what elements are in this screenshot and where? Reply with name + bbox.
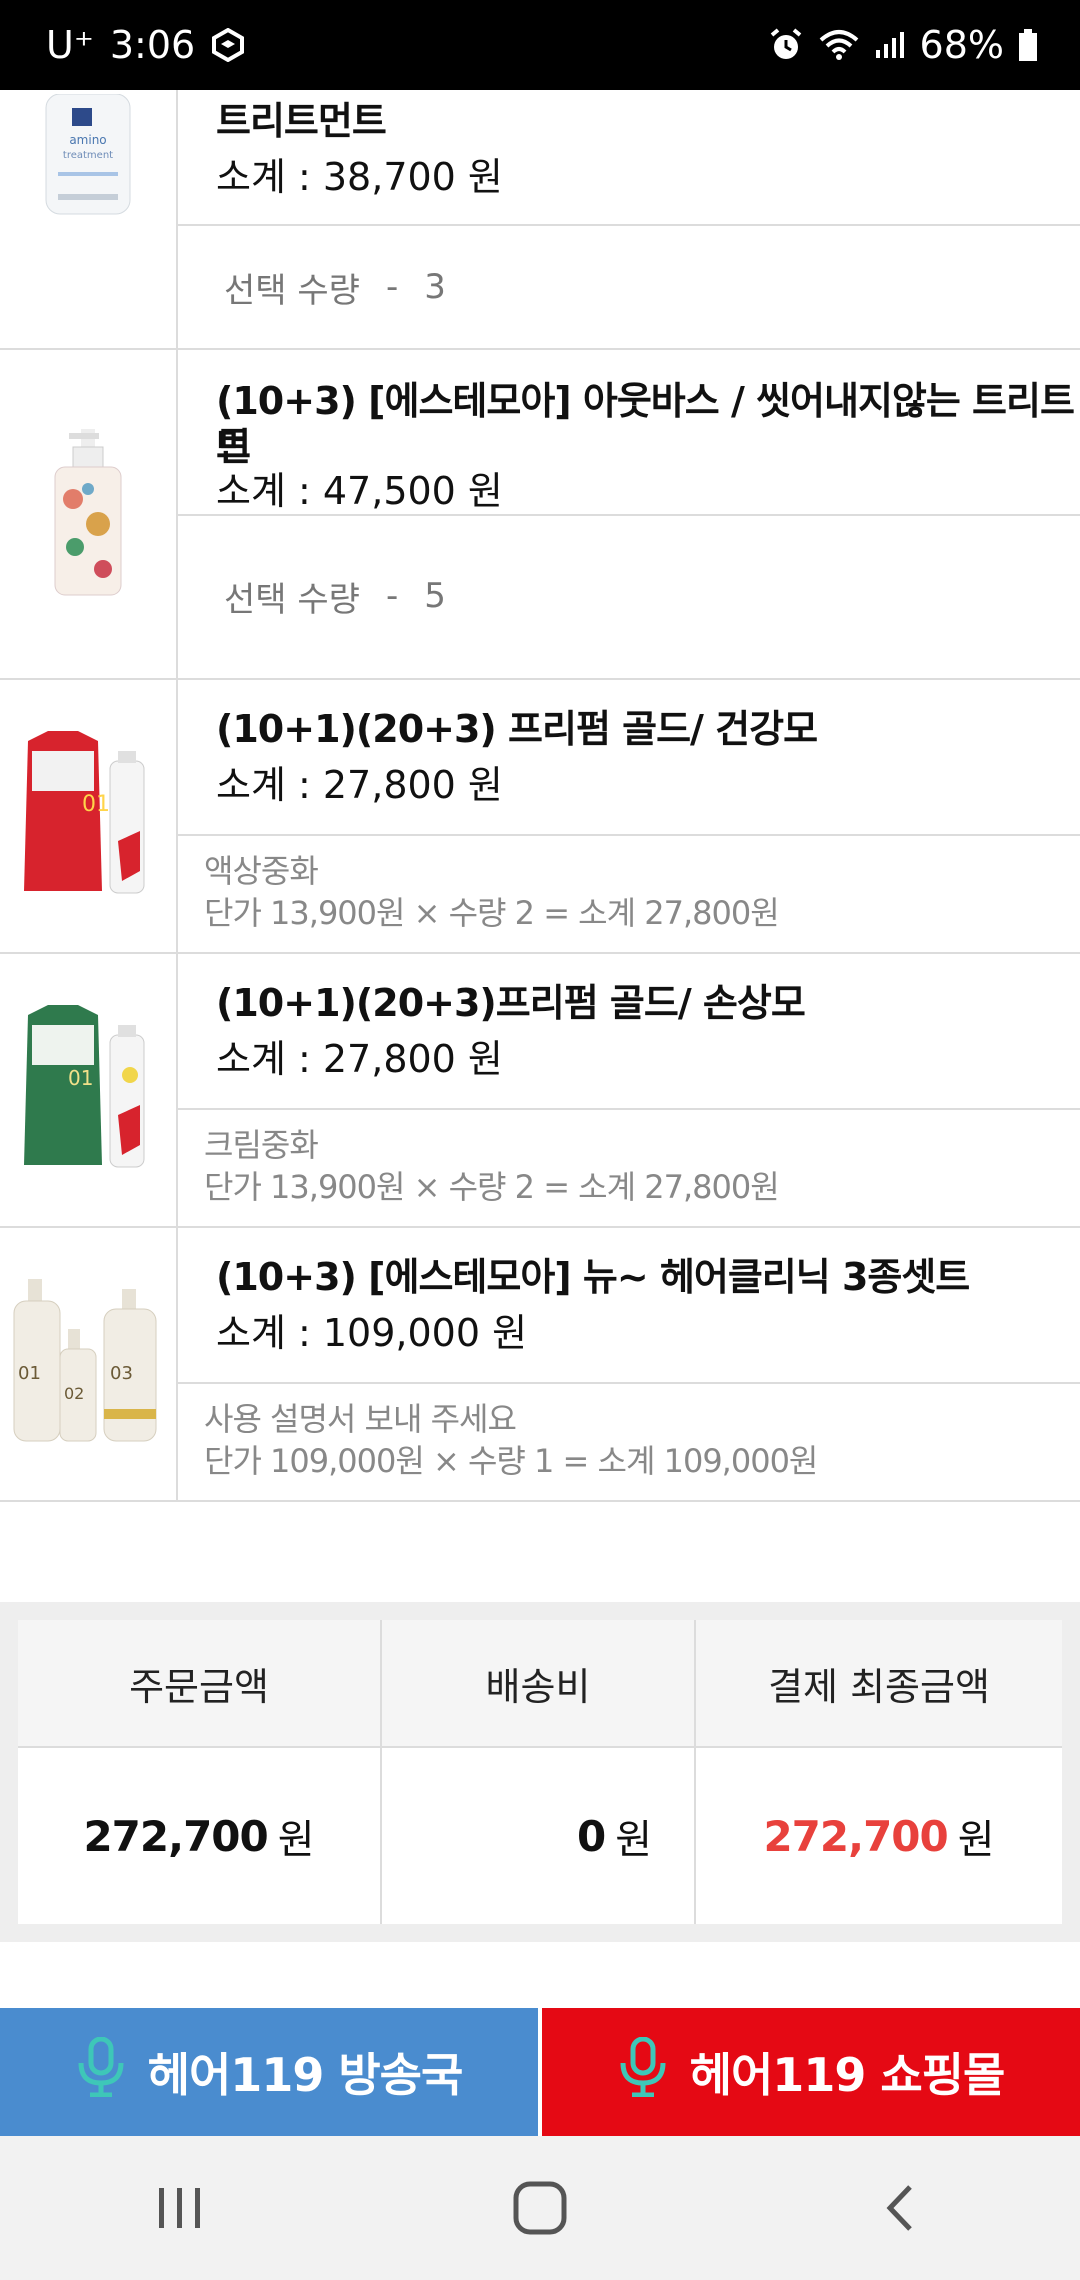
- recent-apps-button[interactable]: [120, 2158, 240, 2258]
- qty-label: 선택 수량: [224, 579, 360, 620]
- currency-unit: 원: [957, 1817, 995, 1863]
- product-subtotal: 소계 : 38,700 원: [216, 155, 503, 199]
- cart-item[interactable]: (10+3) [에스테모아] 아웃바스 / 씻어내지않는 트리트먼 트 소계 :…: [0, 350, 1080, 680]
- white-bottle-icon: amino treatment: [45, 94, 131, 215]
- status-left: U⁺ 3:06: [46, 23, 245, 67]
- home-button[interactable]: [480, 2158, 600, 2258]
- option-row: 사용 설명서 보내 주세요 단가 109,000원 × 수량 1 = 소계 10…: [178, 1384, 1080, 1500]
- cart-item[interactable]: amino treatment 트리트먼트 소계 : 38,700 원 선택 수…: [0, 90, 1080, 350]
- carrier-label: U⁺: [46, 23, 94, 67]
- product-info: (10+3) [에스테모아] 뉴~ 헤어클리닉 3종셋트 소계 : 109,00…: [178, 1228, 1080, 1384]
- qty-value: 3: [424, 267, 446, 307]
- bottom-action-bar: 헤어119 방송국 헤어119 쇼핑몰: [0, 2008, 1080, 2136]
- option-row: 액상중화 단가 13,900원 × 수량 2 = 소계 27,800원: [178, 836, 1080, 952]
- floral-pump-bottle-icon: [54, 429, 122, 596]
- product-name[interactable]: (10+3) [에스테모아] 뉴~ 헤어클리닉 3종셋트: [216, 1254, 970, 1300]
- product-name[interactable]: (10+1)(20+3) 프리펌 골드/ 건강모: [216, 706, 818, 752]
- summary-table: 주문금액 배송비 결제 최종금액 272,700 원 0 원 272,700 원: [18, 1620, 1062, 1924]
- order-summary: 주문금액 배송비 결제 최종금액 272,700 원 0 원 272,700 원: [0, 1602, 1080, 1942]
- option-row: 크림중화 단가 13,900원 × 수량 2 = 소계 27,800원: [178, 1110, 1080, 1226]
- svg-text:treatment: treatment: [63, 150, 113, 161]
- app-notification-icon: [211, 28, 245, 62]
- product-thumbnail[interactable]: 01 02 03: [0, 1228, 178, 1500]
- green-pouch-icon: 01: [24, 1005, 145, 1168]
- quantity-row: 선택 수량 - 3: [178, 226, 1080, 348]
- option-detail: 단가 13,900원 × 수량 2 = 소계 27,800원: [204, 894, 780, 932]
- cart-item[interactable]: 01 02 03 (10+3) [에스테모아] 뉴~ 헤어클리닉 3종셋트 소계…: [0, 1228, 1080, 1502]
- product-name[interactable]: (10+1)(20+3)프리펌 골드/ 손상모: [216, 980, 806, 1026]
- order-amount-cell: 272,700 원: [18, 1748, 382, 1924]
- quantity-row: 선택 수량 - 5: [178, 514, 1080, 678]
- option-name: 사용 설명서 보내 주세요: [204, 1400, 517, 1438]
- product-name-line2[interactable]: 트: [216, 422, 251, 468]
- product-thumbnail[interactable]: amino treatment: [0, 90, 178, 348]
- shipping-cell: 0 원: [382, 1748, 696, 1924]
- wifi-icon: [818, 28, 860, 62]
- battery-percent: 68%: [919, 23, 1004, 67]
- product-info: (10+3) [에스테모아] 아웃바스 / 씻어내지않는 트리트먼 트 소계 :…: [178, 350, 1080, 516]
- product-info: 트리트먼트 소계 : 38,700 원: [178, 90, 1080, 226]
- system-nav-bar: [0, 2136, 1080, 2280]
- final-amount-cell: 272,700 원: [696, 1748, 1062, 1924]
- product-subtotal: 소계 : 27,800 원: [216, 763, 503, 807]
- qty-label: 선택 수량: [224, 270, 360, 311]
- back-icon: [886, 2185, 912, 2231]
- product-subtotal: 소계 : 47,500 원: [216, 469, 503, 513]
- alarm-icon: [768, 27, 804, 63]
- microphone-icon: [618, 2036, 668, 2108]
- option-name: 액상중화: [204, 852, 319, 890]
- status-right: 68%: [768, 23, 1038, 67]
- red-pouch-icon: 01: [24, 731, 145, 894]
- svg-text:01: 01: [82, 792, 110, 817]
- three-bottles-icon: 01 02 03: [13, 1279, 157, 1442]
- product-thumbnail[interactable]: 01: [0, 680, 178, 952]
- shipping-value: 0: [576, 1811, 606, 1861]
- status-bar: U⁺ 3:06 68%: [0, 0, 1080, 90]
- product-thumbnail[interactable]: [0, 350, 178, 678]
- order-amount-value: 272,700: [83, 1811, 268, 1861]
- clock: 3:06: [109, 23, 196, 67]
- broadcast-button[interactable]: 헤어119 방송국: [0, 2008, 542, 2136]
- svg-text:amino: amino: [69, 133, 106, 147]
- back-button[interactable]: [840, 2158, 960, 2258]
- currency-unit: 원: [277, 1817, 315, 1863]
- qty-value: 5: [424, 576, 446, 616]
- svg-text:01: 01: [68, 1066, 93, 1090]
- broadcast-label: 헤어119 방송국: [147, 2048, 464, 2102]
- battery-icon: [1018, 28, 1038, 62]
- cart-item[interactable]: 01 (10+1)(20+3)프리펌 골드/ 손상모 소계 : 27,800 원…: [0, 954, 1080, 1228]
- product-thumbnail[interactable]: 01: [0, 954, 178, 1226]
- product-subtotal: 소계 : 27,800 원: [216, 1037, 503, 1081]
- microphone-icon: [76, 2036, 126, 2108]
- cart-item[interactable]: 01 (10+1)(20+3) 프리펌 골드/ 건강모 소계 : 27,800 …: [0, 680, 1080, 954]
- svg-text:01: 01: [18, 1363, 41, 1384]
- product-info: (10+1)(20+3) 프리펌 골드/ 건강모 소계 : 27,800 원: [178, 680, 1080, 836]
- qty-separator: -: [385, 576, 399, 616]
- product-subtotal: 소계 : 109,000 원: [216, 1311, 528, 1355]
- product-name[interactable]: 트리트먼트: [216, 98, 387, 144]
- currency-unit: 원: [615, 1817, 652, 1863]
- svg-text:03: 03: [110, 1363, 133, 1384]
- option-name: 크림중화: [204, 1126, 319, 1164]
- option-detail: 단가 13,900원 × 수량 2 = 소계 27,800원: [204, 1168, 780, 1206]
- final-amount-header: 결제 최종금액: [696, 1620, 1062, 1748]
- final-amount-value: 272,700: [763, 1811, 948, 1861]
- signal-icon: [874, 30, 906, 60]
- option-detail: 단가 109,000원 × 수량 1 = 소계 109,000원: [204, 1442, 818, 1480]
- recent-apps-icon: [159, 2188, 200, 2228]
- shop-button[interactable]: 헤어119 쇼핑몰: [542, 2008, 1080, 2136]
- qty-separator: -: [385, 267, 399, 307]
- svg-text:02: 02: [64, 1384, 84, 1403]
- shop-label: 헤어119 쇼핑몰: [689, 2048, 1006, 2102]
- product-name-line1[interactable]: (10+3) [에스테모아] 아웃바스 / 씻어내지않는 트리트먼: [216, 378, 1080, 470]
- home-icon: [513, 2181, 567, 2235]
- order-amount-header: 주문금액: [18, 1620, 382, 1748]
- shipping-header: 배송비: [382, 1620, 696, 1748]
- product-info: (10+1)(20+3)프리펌 골드/ 손상모 소계 : 27,800 원: [178, 954, 1080, 1110]
